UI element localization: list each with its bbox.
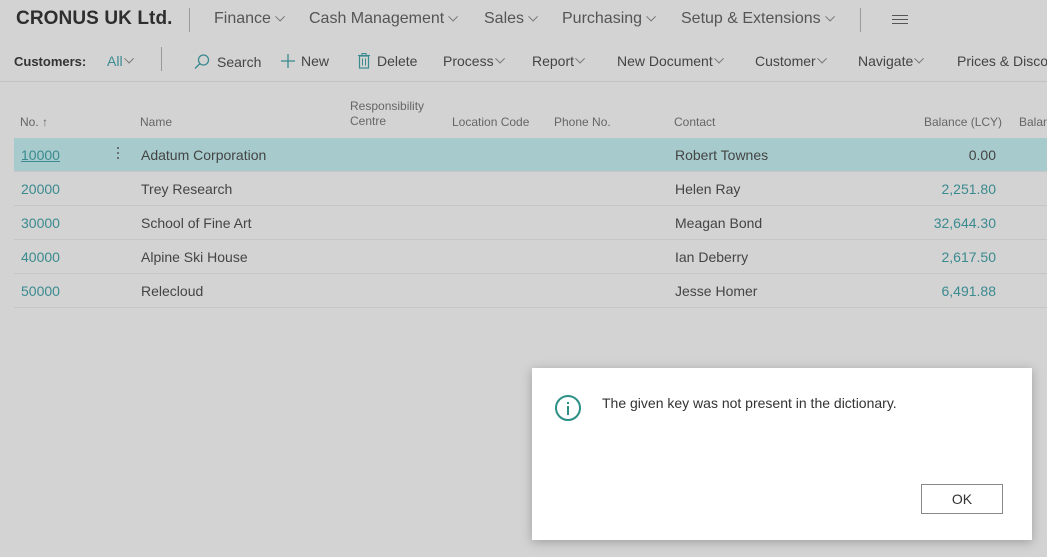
customer-contact: Helen Ray — [675, 181, 741, 197]
customer-balance[interactable]: 32,644.30 — [934, 215, 996, 231]
nav-finance[interactable]: Finance — [214, 10, 285, 28]
new-document-label: New Document — [617, 53, 713, 69]
customer-no-link[interactable]: 10000 — [21, 147, 60, 163]
divider — [161, 47, 162, 71]
chevron-down-icon — [824, 11, 835, 22]
customer-contact: Ian Deberry — [675, 249, 749, 265]
chevron-down-icon — [494, 53, 505, 64]
customer-name: Trey Research — [141, 181, 233, 197]
table-row[interactable]: 50000 Relecloud Jesse Homer 6,491.88 — [14, 274, 1047, 308]
nav-cash-management-label: Cash Management — [309, 10, 445, 27]
customer-balance[interactable]: 6,491.88 — [942, 283, 997, 299]
customer-contact: Jesse Homer — [675, 283, 758, 299]
nav-sales-label: Sales — [484, 10, 525, 27]
nav-purchasing-label: Purchasing — [562, 10, 643, 27]
search-button[interactable]: Search — [193, 53, 261, 71]
customer-name: School of Fine Art — [141, 215, 252, 231]
view-filter-dropdown[interactable]: All — [107, 53, 134, 69]
nav-setup-extensions-label: Setup & Extensions — [681, 10, 821, 27]
customer-no-link[interactable]: 50000 — [21, 283, 60, 299]
report-menu[interactable]: Report — [532, 53, 586, 69]
table-row[interactable]: 30000 School of Fine Art Meagan Bond 32,… — [14, 206, 1047, 240]
chevron-down-icon — [575, 53, 586, 64]
nav-cash-management[interactable]: Cash Management — [309, 10, 459, 28]
dialog-message: The given key was not present in the dic… — [602, 395, 897, 411]
customer-balance[interactable]: 2,251.80 — [942, 181, 997, 197]
chevron-down-icon — [448, 11, 459, 22]
column-header-contact[interactable]: Contact — [674, 115, 715, 130]
table-row[interactable]: 20000 Trey Research Helen Ray 2,251.80 — [14, 172, 1047, 206]
delete-label: Delete — [377, 53, 418, 69]
top-navigation-bar: CRONUS UK Ltd. Finance Cash Management S… — [0, 0, 1047, 40]
nav-sales[interactable]: Sales — [484, 10, 539, 28]
column-header-location-code[interactable]: Location Code — [452, 115, 529, 130]
nav-purchasing[interactable]: Purchasing — [562, 10, 657, 28]
customer-label: Customer — [755, 53, 816, 69]
nav-finance-label: Finance — [214, 10, 271, 27]
navigate-menu[interactable]: Navigate — [858, 53, 925, 69]
delete-button[interactable]: Delete — [357, 53, 417, 69]
customer-no-link[interactable]: 40000 — [21, 249, 60, 265]
process-menu[interactable]: Process — [443, 53, 505, 69]
customer-name: Alpine Ski House — [141, 249, 248, 265]
nav-setup-extensions[interactable]: Setup & Extensions — [681, 10, 835, 28]
column-header-balance-due[interactable]: Balan — [1019, 115, 1047, 130]
process-label: Process — [443, 53, 494, 69]
prices-discounts-label: Prices & Discou — [957, 53, 1047, 69]
plus-icon — [281, 54, 295, 68]
ok-button[interactable]: OK — [921, 484, 1003, 514]
customer-no-link[interactable]: 30000 — [21, 215, 60, 231]
customer-menu[interactable]: Customer — [755, 53, 827, 69]
column-header-phone-no[interactable]: Phone No. — [554, 115, 611, 130]
chevron-down-icon — [528, 11, 539, 22]
customer-contact: Robert Townes — [675, 147, 769, 163]
customer-name: Adatum Corporation — [141, 147, 267, 163]
error-dialog: The given key was not present in the dic… — [532, 368, 1032, 540]
chevron-down-icon — [816, 53, 827, 64]
column-header-responsibility-line1: Responsibility — [350, 99, 425, 113]
prices-discounts-menu[interactable]: Prices & Discou — [957, 53, 1047, 69]
table-row[interactable]: 10000 Adatum Corporation Robert Townes 0… — [14, 138, 1047, 172]
column-header-balance-lcy[interactable]: Balance (LCY) — [924, 115, 1002, 130]
new-label: New — [301, 53, 330, 69]
customer-balance[interactable]: 2,617.50 — [942, 249, 997, 265]
company-name[interactable]: CRONUS UK Ltd. — [16, 8, 173, 30]
chevron-down-icon — [713, 53, 724, 64]
customer-contact: Meagan Bond — [675, 215, 763, 231]
search-label: Search — [217, 54, 262, 70]
new-document-menu[interactable]: New Document — [617, 53, 724, 69]
divider — [189, 8, 190, 32]
info-icon — [555, 395, 581, 421]
row-actions-icon[interactable] — [117, 147, 120, 162]
navigate-label: Navigate — [858, 53, 914, 69]
divider — [860, 8, 861, 32]
customer-name: Relecloud — [141, 283, 204, 299]
column-header-name[interactable]: Name — [140, 115, 172, 130]
trash-icon — [358, 53, 370, 69]
chevron-down-icon — [275, 11, 285, 22]
customer-balance: 0.00 — [968, 147, 996, 163]
view-filter-label: All — [107, 53, 123, 69]
column-header-responsibility-line2: Centre — [350, 114, 387, 128]
menu-icon[interactable] — [892, 15, 908, 27]
chevron-down-icon — [646, 11, 657, 22]
table-header: No. ↑ Name Responsibility Centre Locatio… — [0, 96, 1047, 136]
chevron-down-icon — [123, 53, 134, 64]
chevron-down-icon — [914, 53, 925, 64]
search-icon — [194, 54, 210, 69]
report-label: Report — [532, 53, 575, 69]
column-header-responsibility-centre[interactable]: Responsibility Centre — [350, 99, 424, 129]
table-row[interactable]: 40000 Alpine Ski House Ian Deberry 2,617… — [14, 240, 1047, 274]
new-button[interactable]: New — [280, 53, 329, 69]
page-title: Customers: — [14, 54, 87, 69]
column-header-no[interactable]: No. ↑ — [20, 115, 48, 130]
customer-no-link[interactable]: 20000 — [21, 181, 60, 197]
action-bar: Customers: All Search New Delete Process… — [0, 41, 1047, 82]
